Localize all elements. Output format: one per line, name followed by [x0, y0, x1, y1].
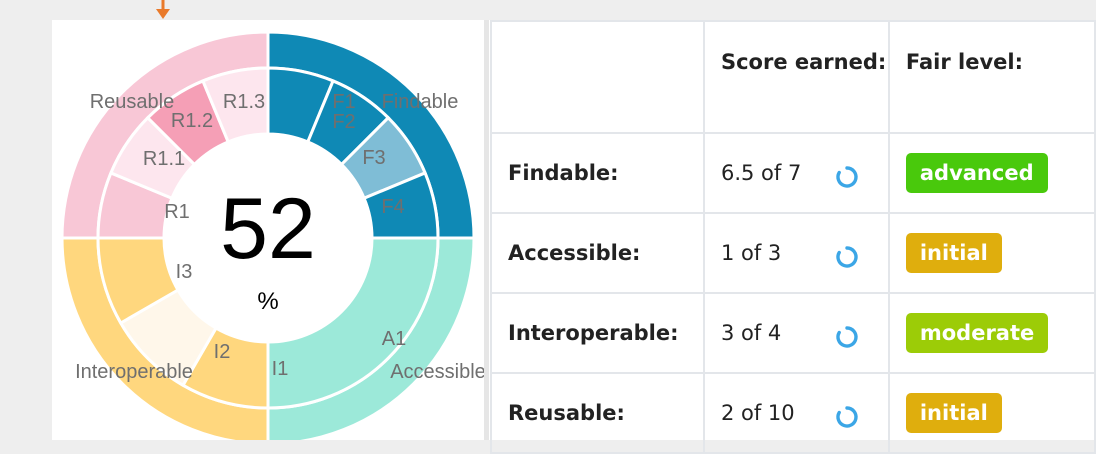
row-dimension: Findable:	[490, 132, 705, 214]
row-level-cell: initial	[887, 372, 1096, 454]
row-score: 2 of 10	[720, 401, 795, 425]
fair-score-table: Score earned: Fair level: Findable: 6.5 …	[490, 20, 1096, 454]
row-level-cell: initial	[887, 212, 1096, 294]
score-percent-value: 52	[220, 181, 316, 277]
label-f1: F1	[332, 91, 355, 113]
label-r1-3: R1.3	[223, 91, 265, 113]
label-a1: A1	[382, 328, 406, 350]
label-f4: F4	[381, 196, 404, 218]
row-level-cell: advanced	[887, 132, 1096, 214]
sunburst-svg: F1F2 F3 F4 A1 I1 I2 I3 R1 R1.1 R1.2 R1.3 Findable Ac…	[60, 30, 486, 440]
table-row: Findable: 6.5 of 7 advanced	[490, 132, 1096, 214]
row-dimension: Interoperable:	[490, 292, 705, 374]
refresh-icon[interactable]	[835, 245, 859, 269]
level-badge: initial	[905, 233, 1002, 273]
table-row: Accessible: 1 of 3 initial	[490, 212, 1096, 294]
header-dimension	[490, 20, 705, 134]
level-badge: advanced	[905, 153, 1048, 193]
panel-divider	[484, 20, 489, 440]
label-f2: F2	[332, 111, 355, 133]
row-score-cell: 3 of 4	[702, 292, 890, 374]
label-i1: I1	[272, 358, 289, 380]
label-interoperable: Interoperable	[75, 361, 193, 383]
row-score: 6.5 of 7	[720, 161, 802, 185]
label-findable: Findable	[382, 91, 459, 113]
row-dimension: Reusable:	[490, 372, 705, 454]
table-row: Interoperable: 3 of 4 moderate	[490, 292, 1096, 374]
header-score: Score earned:	[702, 20, 890, 134]
table-row: Reusable: 2 of 10 initial	[490, 372, 1096, 454]
label-i2: I2	[214, 341, 231, 363]
label-i3: I3	[176, 261, 193, 283]
label-f3: F3	[362, 147, 385, 169]
score-percent-unit: %	[257, 288, 278, 315]
row-score-cell: 6.5 of 7	[702, 132, 890, 214]
label-r1: R1	[164, 201, 190, 223]
row-score: 1 of 3	[720, 241, 782, 265]
row-score-cell: 1 of 3	[702, 212, 890, 294]
row-score-cell: 2 of 10	[702, 372, 890, 454]
level-badge: moderate	[905, 313, 1049, 353]
row-dimension: Accessible:	[490, 212, 705, 294]
header-level: Fair level:	[887, 20, 1096, 134]
label-r1-2: R1.2	[171, 110, 213, 132]
refresh-icon[interactable]	[835, 325, 859, 349]
table-header-row: Score earned: Fair level:	[490, 20, 1096, 134]
label-r1-1: R1.1	[143, 148, 185, 170]
row-score: 3 of 4	[720, 321, 782, 345]
row-level-cell: moderate	[887, 292, 1096, 374]
label-accessible: Accessible	[390, 361, 486, 383]
arrow-down-icon	[156, 0, 170, 19]
label-reusable: Reusable	[90, 91, 175, 113]
level-badge: initial	[905, 393, 1002, 433]
fair-sunburst-chart: F1 F2 F3 F4 A1 I1 I2 I3 R1 R1.1 R1.2 R1.3 Findable Ac…	[52, 20, 488, 440]
refresh-icon[interactable]	[835, 405, 859, 429]
refresh-icon[interactable]	[835, 165, 859, 189]
